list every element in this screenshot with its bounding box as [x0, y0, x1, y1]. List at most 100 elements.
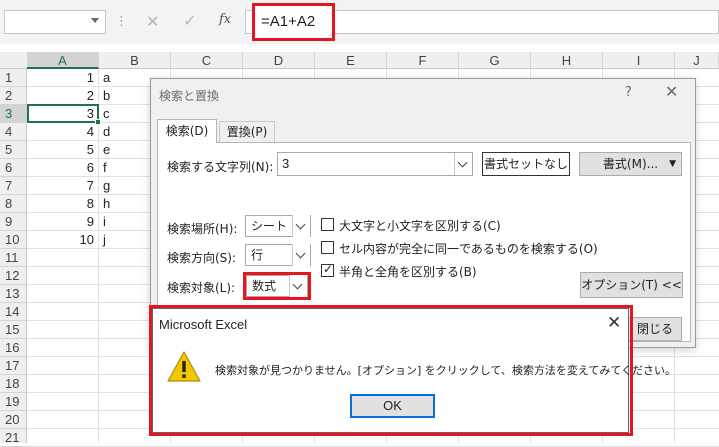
- close-icon[interactable]: ✕: [607, 313, 621, 333]
- no-format-set-button[interactable]: 書式セットなし: [482, 152, 570, 176]
- row-header-21[interactable]: 21: [0, 429, 27, 447]
- within-value: シート: [251, 219, 288, 233]
- within-select[interactable]: シート: [245, 215, 311, 237]
- find-what-input[interactable]: 3: [277, 152, 473, 176]
- within-dropdown[interactable]: [292, 215, 310, 237]
- row-header-15[interactable]: 15: [0, 321, 27, 339]
- check-icon: ✓: [323, 262, 334, 276]
- row-header-16[interactable]: 16: [0, 339, 27, 357]
- look-in-highlight: [243, 272, 311, 300]
- cell-a9[interactable]: 9: [27, 213, 98, 231]
- row-header-1[interactable]: 1: [0, 69, 27, 87]
- name-box[interactable]: [4, 10, 106, 34]
- cell-a5[interactable]: 5: [27, 141, 98, 159]
- match-byte-checkbox[interactable]: ✓: [321, 262, 334, 277]
- column-header-d[interactable]: D: [243, 52, 315, 69]
- chevron-down-icon: [295, 219, 306, 230]
- column-header-j[interactable]: J: [675, 52, 719, 69]
- column-header-c[interactable]: C: [171, 52, 243, 69]
- row-header-4[interactable]: 4: [0, 123, 27, 141]
- match-case-label: 大文字と小文字を区別する(C): [339, 219, 501, 233]
- row-header-19[interactable]: 19: [0, 393, 27, 411]
- column-header-a[interactable]: A: [27, 52, 99, 69]
- cell-a8[interactable]: 8: [27, 195, 98, 213]
- message-box: Microsoft Excel ✕ 検索対象が見つかりません。[オプション] を…: [152, 308, 676, 433]
- search-direction-label: 検索方向(S):: [167, 251, 237, 265]
- options-button[interactable]: オプション(T) <<: [580, 272, 683, 298]
- close-dialog-button[interactable]: 閉じる: [628, 317, 682, 341]
- cell-b9[interactable]: i: [101, 213, 141, 231]
- warning-icon: [166, 350, 202, 386]
- match-entire-cell-checkbox[interactable]: [321, 241, 334, 254]
- row-header-11[interactable]: 11: [0, 249, 27, 267]
- message-box-title: Microsoft Excel: [159, 317, 248, 332]
- search-direction-select[interactable]: 行: [245, 244, 311, 266]
- cell-a10[interactable]: 10: [27, 231, 98, 249]
- fill-handle[interactable]: [95, 119, 101, 125]
- enter-entry-icon[interactable]: ✓: [183, 11, 196, 30]
- help-icon[interactable]: ?: [625, 85, 632, 100]
- cell-a2[interactable]: 2: [27, 87, 98, 105]
- find-history-dropdown[interactable]: [454, 153, 472, 175]
- within-label: 検索場所(H):: [167, 222, 238, 236]
- match-entire-cell-label: セル内容が完全に同一であるものを検索する(O): [339, 242, 598, 256]
- find-what-value: 3: [282, 156, 290, 171]
- cell-b6[interactable]: f: [101, 159, 141, 177]
- find-what-label: 検索する文字列(N):: [167, 160, 274, 174]
- row-header-2[interactable]: 2: [0, 87, 27, 105]
- cell-a4[interactable]: 4: [27, 123, 98, 141]
- cell-b10[interactable]: j: [101, 231, 141, 249]
- cell-b4[interactable]: d: [101, 123, 141, 141]
- row-header-8[interactable]: 8: [0, 195, 27, 213]
- selected-cell-border: [27, 104, 99, 123]
- formula-bar-grip-icon[interactable]: ⋮: [115, 14, 128, 29]
- cell-b8[interactable]: h: [101, 195, 141, 213]
- column-header-f[interactable]: F: [387, 52, 459, 69]
- row-header-13[interactable]: 13: [0, 285, 27, 303]
- look-in-label: 検索対象(L):: [167, 281, 236, 295]
- gridline: [98, 69, 99, 443]
- search-direction-dropdown[interactable]: [292, 244, 310, 266]
- column-header-h[interactable]: H: [531, 52, 603, 69]
- cell-b2[interactable]: b: [101, 87, 141, 105]
- dialog-title: 検索と置換: [159, 89, 220, 103]
- row-headers: 1 2 3 4 5 6 7 8 9 10 11 12 13 14 15 16 17 18 19 20 21: [0, 69, 27, 447]
- row-header-10[interactable]: 10: [0, 231, 27, 249]
- column-header-e[interactable]: E: [315, 52, 387, 69]
- row-header-7[interactable]: 7: [0, 177, 27, 195]
- column-header-b[interactable]: B: [99, 52, 171, 69]
- cell-b7[interactable]: g: [101, 177, 141, 195]
- tab-replace[interactable]: 置換(P): [219, 121, 275, 143]
- row-header-5[interactable]: 5: [0, 141, 27, 159]
- chevron-down-icon: [457, 157, 468, 168]
- row-header-3[interactable]: 3: [0, 105, 27, 123]
- insert-function-button[interactable]: fx: [219, 12, 231, 27]
- formula-bar: ⋮ ✕ ✓ fx =A1+A2: [0, 0, 719, 44]
- format-button[interactable]: 書式(M)... ▼: [579, 152, 682, 176]
- ok-button[interactable]: OK: [350, 394, 435, 418]
- row-header-18[interactable]: 18: [0, 375, 27, 393]
- cell-a7[interactable]: 7: [27, 177, 98, 195]
- format-button-label: 書式(M)...: [602, 157, 659, 171]
- row-header-17[interactable]: 17: [0, 357, 27, 375]
- column-header-g[interactable]: G: [459, 52, 531, 69]
- cell-b1[interactable]: a: [101, 69, 141, 87]
- row-header-9[interactable]: 9: [0, 213, 27, 231]
- tab-find[interactable]: 検索(D): [157, 119, 217, 143]
- cell-b5[interactable]: e: [101, 141, 141, 159]
- match-case-checkbox[interactable]: [321, 218, 334, 231]
- cell-a6[interactable]: 6: [27, 159, 98, 177]
- column-header-i[interactable]: I: [603, 52, 675, 69]
- formula-text[interactable]: =A1+A2: [252, 3, 335, 41]
- close-icon[interactable]: ✕: [665, 82, 678, 101]
- cell-b3[interactable]: c: [101, 105, 141, 123]
- cell-a1[interactable]: 1: [27, 69, 98, 87]
- row-header-12[interactable]: 12: [0, 267, 27, 285]
- row-header-14[interactable]: 14: [0, 303, 27, 321]
- chevron-down-icon: [295, 248, 306, 259]
- row-header-6[interactable]: 6: [0, 159, 27, 177]
- row-header-20[interactable]: 20: [0, 411, 27, 429]
- name-box-dropdown-icon[interactable]: [91, 18, 99, 23]
- format-dropdown-icon[interactable]: ▼: [669, 153, 676, 175]
- cancel-entry-icon[interactable]: ✕: [146, 12, 159, 31]
